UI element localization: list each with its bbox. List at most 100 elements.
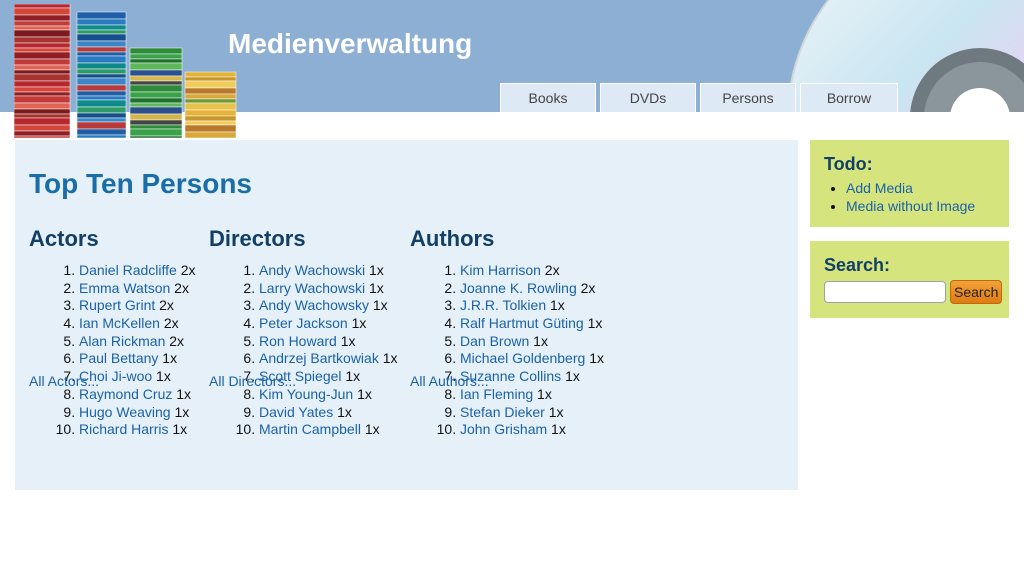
actors-list: Daniel Radcliffe 2x Emma Watson 2x Ruper… [29, 262, 195, 439]
list-item: Peter Jackson 1x [259, 315, 398, 333]
person-link[interactable]: Richard Harris [79, 421, 168, 437]
directors-list: Andy Wachowski 1x Larry Wachowski 1x And… [209, 262, 398, 439]
person-link[interactable]: John Grisham [460, 421, 547, 437]
count: 2x [180, 262, 196, 278]
person-link[interactable]: Alan Rickman [79, 333, 165, 349]
person-link[interactable]: Joanne K. Rowling [460, 280, 577, 296]
count: 1x [172, 421, 188, 438]
count: 1x [372, 297, 388, 314]
person-link[interactable]: Larry Wachowski [259, 280, 365, 296]
person-link[interactable]: Paul Bettany [79, 350, 158, 366]
main-panel: Top Ten Persons Actors Daniel Radcliffe … [15, 140, 798, 490]
authors-list: Kim Harrison 2x Joanne K. Rowling 2x J.R… [410, 262, 604, 439]
list-item: Andy Wachowski 1x [259, 262, 398, 280]
person-link[interactable]: Peter Jackson [259, 315, 348, 331]
all-directors-link[interactable]: All Directors... [209, 373, 296, 389]
site-title[interactable]: Medienverwaltung [228, 28, 472, 60]
site-header: Medienverwaltung Books DVDs Persons Borr… [0, 0, 1024, 138]
list-item: Paul Bettany 1x [79, 350, 195, 368]
count: 1x [537, 385, 552, 402]
person-link[interactable]: David Yates [259, 404, 333, 420]
list-item: Richard Harris 1x [79, 421, 195, 439]
count: 1x [587, 315, 603, 332]
count: 1x [345, 368, 361, 385]
person-link[interactable]: Ron Howard [259, 333, 337, 349]
count: 1x [565, 368, 580, 385]
search-button[interactable]: Search [950, 280, 1003, 304]
count: 2x [163, 315, 179, 332]
search-box: Search: Search [810, 241, 1009, 318]
count: 1x [176, 385, 192, 402]
actors-heading: Actors [29, 226, 99, 251]
count: 1x [357, 385, 372, 402]
list-item: Hugo Weaving 1x [79, 404, 195, 422]
authors-column: Authors Kim Harrison 2x Joanne K. Rowlin… [410, 226, 604, 439]
count: 1x [364, 421, 380, 438]
person-link[interactable]: Andy Wachowski [259, 262, 365, 278]
todo-list: Add Media Media without Image [824, 179, 995, 215]
person-link[interactable]: Hugo Weaving [79, 404, 171, 420]
count: 1x [340, 332, 356, 349]
list-item: Ian McKellen 2x [79, 315, 195, 333]
search-heading: Search: [824, 255, 891, 275]
person-link[interactable]: Kim Harrison [460, 262, 541, 278]
count: 1x [589, 350, 604, 367]
list-item: Joanne K. Rowling 2x [460, 280, 604, 298]
count: 2x [544, 262, 560, 278]
list-item: David Yates 1x [259, 404, 398, 422]
person-link[interactable]: Ralf Hartmut Güting [460, 315, 584, 331]
count: 1x [382, 350, 398, 367]
list-item: Andrzej Bartkowiak 1x [259, 350, 398, 368]
tab-borrow[interactable]: Borrow [800, 83, 898, 112]
person-link[interactable]: Daniel Radcliffe [79, 262, 177, 278]
media-without-image-link[interactable]: Media without Image [846, 198, 975, 214]
person-link[interactable]: Stefan Dieker [460, 404, 545, 420]
list-item: Ralf Hartmut Güting 1x [460, 315, 604, 333]
list-item: Add Media [846, 179, 995, 197]
count: 1x [351, 315, 367, 332]
all-actors-link[interactable]: All Actors... [29, 373, 99, 389]
list-item: Kim Harrison 2x [460, 262, 604, 280]
list-item: Dan Brown 1x [460, 333, 604, 351]
list-item: Ron Howard 1x [259, 333, 398, 351]
count: 2x [159, 297, 174, 314]
list-item: Rupert Grint 2x [79, 297, 195, 315]
count: 1x [548, 403, 564, 420]
search-input[interactable] [824, 281, 946, 303]
person-link[interactable]: Dan Brown [460, 333, 529, 349]
page-title: Top Ten Persons [29, 168, 252, 199]
person-link[interactable]: Emma Watson [79, 280, 170, 296]
count: 2x [580, 279, 596, 296]
list-item: Alan Rickman 2x [79, 333, 195, 351]
list-item: Stefan Dieker 1x [460, 404, 604, 422]
tab-dvds[interactable]: DVDs [600, 83, 696, 112]
person-link[interactable]: Andrzej Bartkowiak [259, 350, 379, 366]
person-link[interactable]: Martin Campbell [259, 421, 361, 437]
count: 1x [162, 350, 178, 367]
list-item: Emma Watson 2x [79, 280, 195, 298]
count: 1x [174, 403, 190, 420]
person-link[interactable]: J.R.R. Tolkien [460, 297, 546, 313]
tab-books[interactable]: Books [500, 83, 596, 112]
count: 1x [551, 421, 566, 438]
authors-heading: Authors [410, 226, 495, 251]
list-item: Andy Wachowsky 1x [259, 297, 398, 315]
person-link[interactable]: Rupert Grint [79, 297, 155, 313]
add-media-link[interactable]: Add Media [846, 180, 913, 196]
actors-column: Actors Daniel Radcliffe 2x Emma Watson 2… [29, 226, 195, 439]
count: 1x [368, 262, 384, 278]
all-authors-link[interactable]: All Authors... [410, 373, 489, 389]
person-link[interactable]: Andy Wachowsky [259, 297, 369, 313]
count: 1x [156, 368, 171, 385]
list-item: Larry Wachowski 1x [259, 280, 398, 298]
count: 2x [174, 279, 189, 296]
list-item: John Grisham 1x [460, 421, 604, 439]
list-item: Martin Campbell 1x [259, 421, 398, 439]
books-stack-icon[interactable] [14, 4, 238, 138]
count: 2x [169, 332, 185, 349]
list-item: J.R.R. Tolkien 1x [460, 297, 604, 315]
person-link[interactable]: Ian McKellen [79, 315, 160, 331]
tab-persons[interactable]: Persons [700, 83, 796, 112]
person-link[interactable]: Michael Goldenberg [460, 350, 585, 366]
nav-tabs: Books DVDs Persons Borrow [500, 83, 902, 112]
